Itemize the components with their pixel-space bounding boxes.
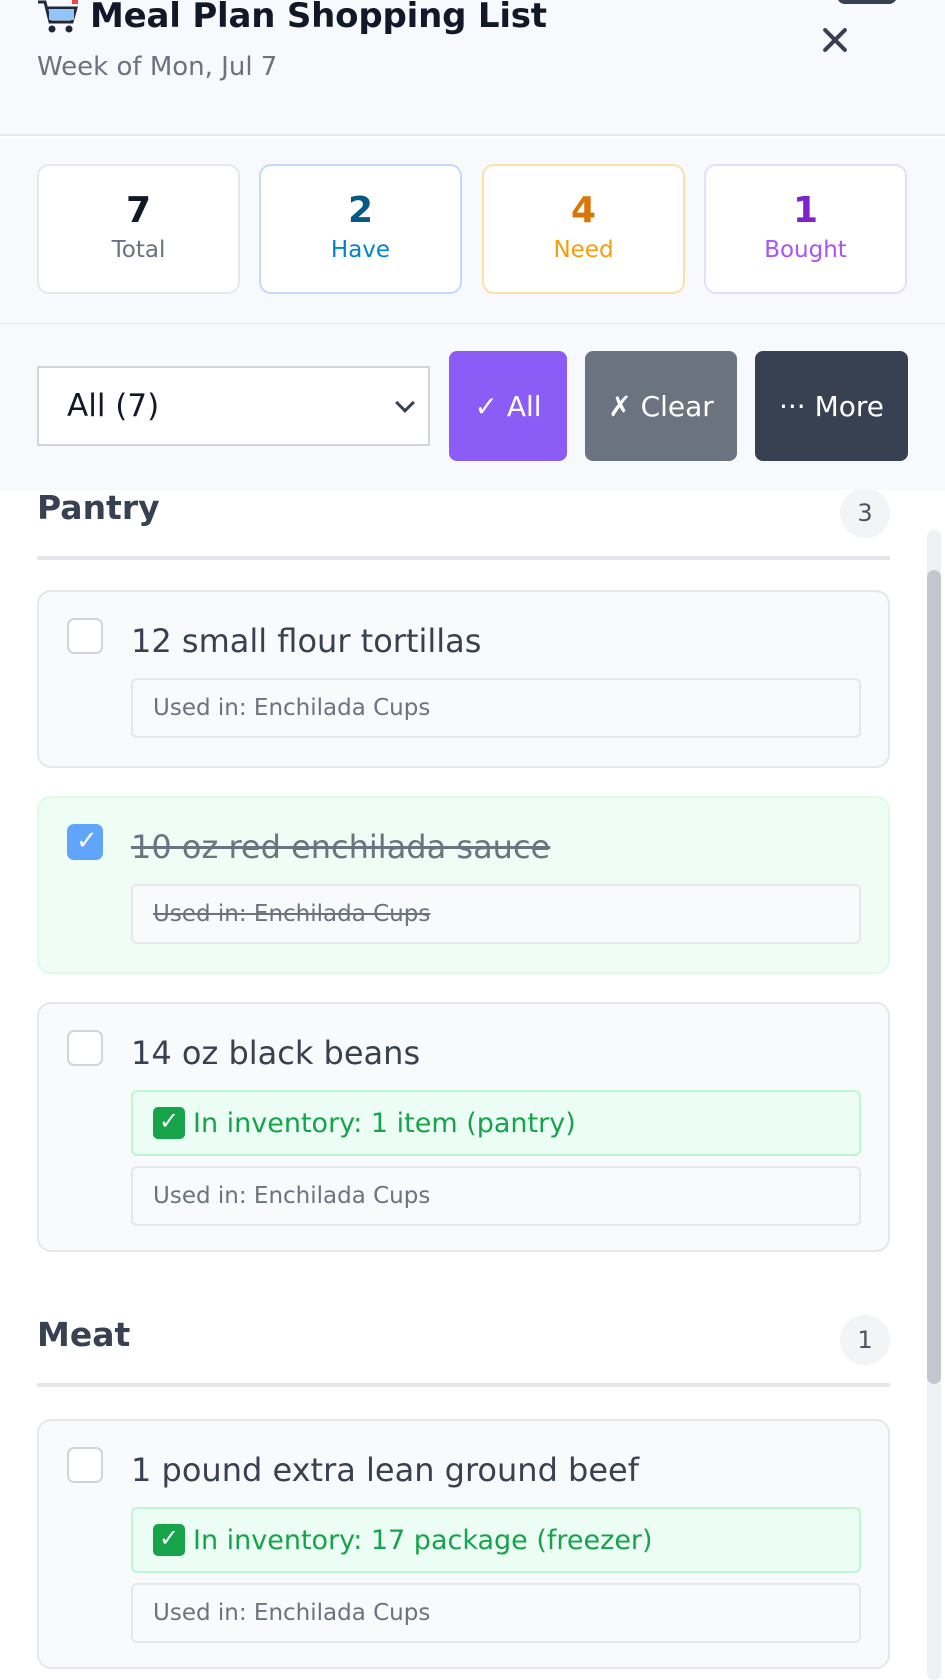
stat-bought-label: Bought [764, 237, 847, 263]
stat-need-label: Need [553, 237, 614, 263]
toolbar: All (7) ✓ All ✗ Clear ··· More [0, 324, 945, 490]
stat-bought[interactable]: 1 Bought [704, 164, 907, 294]
title-row: Meal Plan Shopping List [36, 0, 547, 36]
category-count-badge: 1 [840, 1315, 890, 1365]
category-count-badge: 3 [840, 490, 890, 538]
scrollbar[interactable] [927, 530, 941, 1680]
used-in-note: Used in: Enchilada Cups [131, 884, 861, 944]
select-all-button[interactable]: ✓ All [449, 351, 567, 461]
stat-need[interactable]: 4 Need [482, 164, 685, 294]
filter-select-value: All (7) [67, 388, 160, 424]
chevron-down-icon [395, 393, 415, 413]
week-subtitle: Week of Mon, Jul 7 [37, 52, 278, 82]
used-in-note: Used in: Enchilada Cups [131, 1583, 861, 1643]
stat-total-label: Total [111, 237, 166, 263]
list-item[interactable]: 14 oz black beans In inventory: 1 item (… [37, 1002, 890, 1252]
header-corner-control[interactable] [837, 0, 897, 4]
check-mark-icon [153, 1107, 185, 1139]
item-checkbox-checked[interactable] [67, 824, 103, 860]
header: Meal Plan Shopping List Week of Mon, Jul… [0, 0, 945, 136]
inventory-text: In inventory: 17 package (freezer) [193, 1524, 653, 1556]
category-title: Pantry [37, 490, 160, 527]
filter-select[interactable]: All (7) [37, 366, 430, 446]
close-icon[interactable] [817, 22, 853, 58]
item-name: 1 pound extra lean ground beef [131, 1451, 639, 1489]
stat-bought-value: 1 [792, 190, 819, 231]
page-title: Meal Plan Shopping List [90, 0, 547, 36]
category-title: Meat [37, 1315, 131, 1354]
list-item[interactable]: 1 pound extra lean ground beef In invent… [37, 1419, 890, 1669]
item-checkbox[interactable] [67, 618, 103, 654]
item-name: 12 small flour tortillas [131, 622, 482, 660]
item-checkbox[interactable] [67, 1447, 103, 1483]
category-header-pantry: Pantry 3 [37, 490, 890, 560]
used-in-note: Used in: Enchilada Cups [131, 1166, 861, 1226]
item-name: 14 oz black beans [131, 1034, 421, 1072]
stats-bar: 7 Total 2 Have 4 Need 1 Bought [0, 138, 945, 324]
list-item[interactable]: 10 oz red enchilada sauce Used in: Enchi… [37, 796, 890, 974]
stat-total[interactable]: 7 Total [37, 164, 240, 294]
category-header-meat: Meat 1 [37, 1315, 890, 1387]
used-in-note: Used in: Enchilada Cups [131, 678, 861, 738]
inventory-note: In inventory: 17 package (freezer) [131, 1507, 861, 1573]
check-mark-icon [153, 1524, 185, 1556]
stat-have-label: Have [330, 237, 391, 263]
item-checkbox[interactable] [67, 1030, 103, 1066]
stat-have[interactable]: 2 Have [259, 164, 462, 294]
inventory-note: In inventory: 1 item (pantry) [131, 1090, 861, 1156]
shopping-cart-icon [36, 0, 80, 36]
stat-have-value: 2 [347, 190, 374, 231]
inventory-text: In inventory: 1 item (pantry) [193, 1107, 576, 1139]
stat-total-value: 7 [125, 190, 152, 231]
shopping-list[interactable]: Pantry 3 12 small flour tortillas Used i… [0, 490, 945, 1680]
scrollbar-thumb[interactable] [927, 570, 941, 1384]
clear-button[interactable]: ✗ Clear [585, 351, 737, 461]
more-button[interactable]: ··· More [755, 351, 908, 461]
stat-need-value: 4 [570, 190, 597, 231]
item-name: 10 oz red enchilada sauce [131, 828, 551, 866]
list-item[interactable]: 12 small flour tortillas Used in: Enchil… [37, 590, 890, 768]
